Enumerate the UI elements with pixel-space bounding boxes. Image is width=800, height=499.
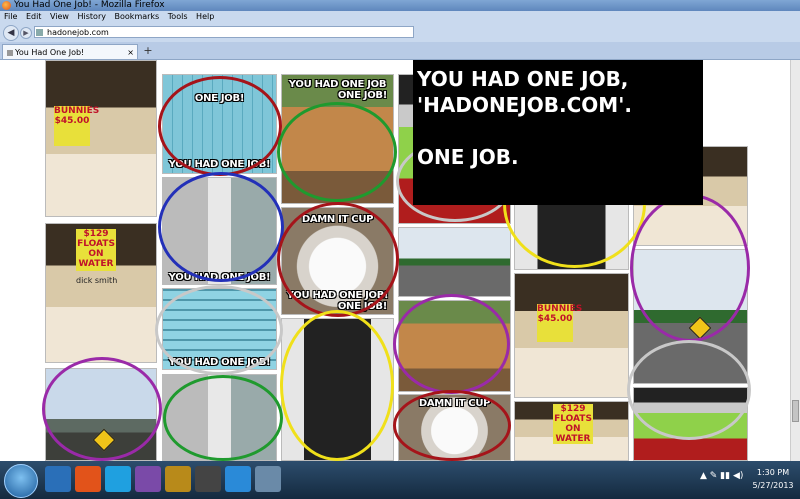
- skype-icon[interactable]: [105, 466, 131, 492]
- tile-plush-2[interactable]: [398, 300, 511, 392]
- app-icon-7[interactable]: [225, 466, 251, 492]
- firefox-icon: [2, 1, 11, 10]
- menu-bookmarks[interactable]: Bookmarks: [115, 12, 160, 21]
- tile-dispenser-2[interactable]: [162, 374, 277, 461]
- tile-bunnies-tank[interactable]: BUNNIES $45.00: [45, 60, 157, 217]
- merge-sign-icon: [92, 428, 116, 452]
- meme-line-4: ONE JOB.: [417, 145, 519, 169]
- page-content: BUNNIES $45.00 $129 FLOATS ON WATER dick…: [0, 60, 790, 461]
- tab-close-icon[interactable]: ×: [127, 45, 134, 60]
- app-icon-6[interactable]: [195, 466, 221, 492]
- caption-you-had-one-job-2: YOU HAD ONE JOB!: [168, 272, 271, 283]
- dick-smith-label: dick smith: [76, 276, 118, 285]
- tile-plush-1[interactable]: YOU HAD ONE JOB ONE JOB!: [281, 74, 394, 204]
- address-bar[interactable]: hadonejob.com: [34, 26, 414, 38]
- back-button[interactable]: ◀: [3, 25, 19, 41]
- tile-seats-1[interactable]: ONE JOB! YOU HAD ONE JOB!: [162, 74, 277, 174]
- tab-label: You Had One Job!: [15, 48, 85, 57]
- system-tray-icons[interactable]: ▲ ✎ ▮▮ ◀): [700, 471, 743, 481]
- tab-you-had-one-job[interactable]: You Had One Job! ×: [2, 44, 138, 59]
- tile-floats-tank-2[interactable]: $129 FLOATS ON WATER: [514, 401, 629, 461]
- firefox-taskbar-icon[interactable]: [75, 466, 101, 492]
- app-icon-8[interactable]: [255, 466, 281, 492]
- meme-line-3: [417, 118, 703, 144]
- bunnies-price-sign-2: BUNNIES $45.00: [537, 304, 582, 342]
- merge-sign-icon-2: [688, 316, 712, 340]
- meme-line-1: YOU HAD ONE JOB,: [417, 67, 629, 91]
- menu-tools[interactable]: Tools: [168, 12, 188, 21]
- tile-bunnies-tank-2[interactable]: BUNNIES $45.00: [514, 273, 629, 398]
- menu-view[interactable]: View: [50, 12, 69, 21]
- menu-edit[interactable]: Edit: [26, 12, 42, 21]
- taskbar-clock[interactable]: 1:30 PM 5/27/2013: [748, 466, 798, 492]
- new-tab-button[interactable]: +: [141, 44, 155, 58]
- navigation-bar: ◀ ▶ hadonejob.com: [0, 23, 800, 42]
- tile-road-3[interactable]: [633, 249, 748, 384]
- tile-road-sign[interactable]: [45, 368, 157, 461]
- caption-you-had-one-job-line1: YOU HAD ONE JOB: [288, 79, 387, 90]
- window-title: You Had One Job! - Mozilla Firefox: [14, 0, 165, 10]
- caption-one-job-4: ONE JOB!: [337, 301, 387, 312]
- floats-price-sign: $129 FLOATS ON WATER: [76, 229, 116, 271]
- meme-text-box: YOU HAD ONE JOB, 'HADONEJOB.COM'. ONE JO…: [413, 60, 703, 205]
- forward-button[interactable]: ▶: [20, 27, 32, 39]
- menu-help[interactable]: Help: [196, 12, 214, 21]
- tab-favicon: [7, 50, 13, 56]
- tab-bar: You Had One Job! × +: [0, 42, 800, 60]
- tile-dispenser-1[interactable]: YOU HAD ONE JOB!: [162, 177, 277, 285]
- bunnies-price-sign: BUNNIES $45.00: [54, 106, 99, 146]
- tile-floats-tank[interactable]: $129 FLOATS ON WATER dick smith: [45, 223, 157, 363]
- tile-mug-2[interactable]: DAMN IT CUP: [398, 394, 511, 461]
- scrollbar-thumb[interactable]: [792, 400, 799, 422]
- caption-damn-it-cup: DAMN IT CUP: [301, 214, 374, 225]
- caption-you-had-one-job-4: YOU HAD ONE JOB!: [286, 290, 389, 301]
- tile-seats-2[interactable]: YOU HAD ONE JOB!: [162, 288, 277, 370]
- tile-phone-1[interactable]: [281, 318, 394, 461]
- tile-mug-1[interactable]: DAMN IT CUP YOU HAD ONE JOB! ONE JOB!: [281, 207, 394, 315]
- clock-time: 1:30 PM: [756, 468, 790, 477]
- meme-line-2: 'HADONEJOB.COM'.: [417, 93, 632, 117]
- site-favicon: [36, 29, 43, 36]
- menu-file[interactable]: File: [4, 12, 17, 21]
- caption-you-had-one-job: YOU HAD ONE JOB!: [168, 159, 271, 170]
- floats-price-sign-2: $129 FLOATS ON WATER: [553, 404, 593, 444]
- clock-date: 5/27/2013: [752, 481, 794, 490]
- tile-slushie-2[interactable]: [633, 387, 748, 461]
- menu-history[interactable]: History: [78, 12, 106, 21]
- caption-you-had-one-job-3: YOU HAD ONE JOB!: [168, 357, 271, 368]
- ie-icon[interactable]: [45, 466, 71, 492]
- vertical-scrollbar[interactable]: [790, 60, 800, 461]
- picasa-icon[interactable]: [135, 466, 161, 492]
- window-titlebar: You Had One Job! - Mozilla Firefox: [0, 0, 800, 11]
- tile-road-2[interactable]: [398, 227, 511, 297]
- caption-one-job: ONE JOB!: [194, 93, 245, 104]
- wow-icon[interactable]: [165, 466, 191, 492]
- taskbar: ▲ ✎ ▮▮ ◀) 1:30 PM 5/27/2013: [0, 461, 800, 499]
- caption-one-job-line2: ONE JOB!: [337, 90, 387, 101]
- caption-damn-it-cup-2: DAMN IT CUP: [418, 398, 491, 409]
- start-button[interactable]: [4, 464, 38, 498]
- menu-bar: File Edit View History Bookmarks Tools H…: [0, 11, 800, 23]
